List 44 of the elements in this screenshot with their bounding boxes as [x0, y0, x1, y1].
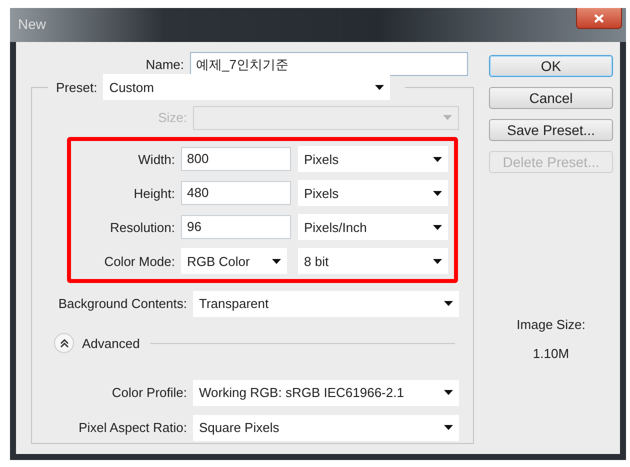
caret-icon — [433, 224, 442, 230]
expand-toggle[interactable] — [54, 333, 74, 353]
caret-icon — [444, 425, 453, 430]
dropdown[interactable]: Transparent — [193, 290, 459, 316]
dropdown[interactable]: RGB Color — [181, 248, 287, 274]
caret-icon — [375, 84, 384, 90]
field-label: Color Mode: — [103, 254, 175, 268]
name-field[interactable]: 예제_7인치기준 — [190, 52, 468, 76]
close-icon — [594, 14, 604, 22]
field-label: Preset: — [56, 80, 98, 94]
window-title: New — [18, 16, 46, 32]
dropdown[interactable]: 8 bit — [298, 248, 448, 274]
field-label: Height: — [132, 186, 175, 200]
input-field[interactable]: 96 — [181, 215, 291, 239]
caret-icon — [272, 258, 281, 264]
field-label: Pixel Aspect Ratio: — [78, 420, 187, 435]
unit-dropdown[interactable]: Pixels/Inch — [298, 214, 448, 240]
field-label: Width: — [137, 152, 175, 166]
caret-icon — [444, 301, 453, 306]
caret-icon — [444, 390, 453, 395]
dialog-button[interactable]: OK — [489, 55, 613, 77]
field-label: Color Profile: — [110, 385, 187, 400]
input-field[interactable]: 800 — [181, 147, 291, 171]
close-button[interactable] — [576, 8, 622, 29]
caret-icon — [433, 258, 442, 264]
field-label: Name: — [144, 56, 184, 72]
dialog-button[interactable]: Cancel — [489, 87, 613, 109]
unit-dropdown[interactable]: Pixels — [298, 146, 448, 172]
chevron-up-icon — [60, 338, 68, 348]
field-label: Background Contents: — [57, 296, 187, 311]
field-label: Resolution: — [108, 220, 175, 234]
dropdown[interactable]: Square Pixels — [193, 414, 459, 440]
unit-dropdown[interactable]: Pixels — [298, 180, 448, 206]
section-label: Advanced — [82, 336, 140, 350]
field-label: Image Size: — [516, 317, 586, 332]
caret-icon — [433, 156, 442, 162]
caret-icon — [443, 115, 452, 120]
dialog-button[interactable]: Save Preset... — [489, 119, 613, 141]
caret-icon — [433, 190, 442, 196]
dropdown[interactable]: Working RGB: sRGB IEC61966-2.1 — [193, 380, 459, 406]
input-field[interactable]: 480 — [181, 181, 291, 205]
preset-dropdown[interactable]: Custom — [103, 74, 390, 100]
field-label: Size: — [157, 110, 187, 125]
image-size-value: 1.10M — [532, 346, 570, 361]
